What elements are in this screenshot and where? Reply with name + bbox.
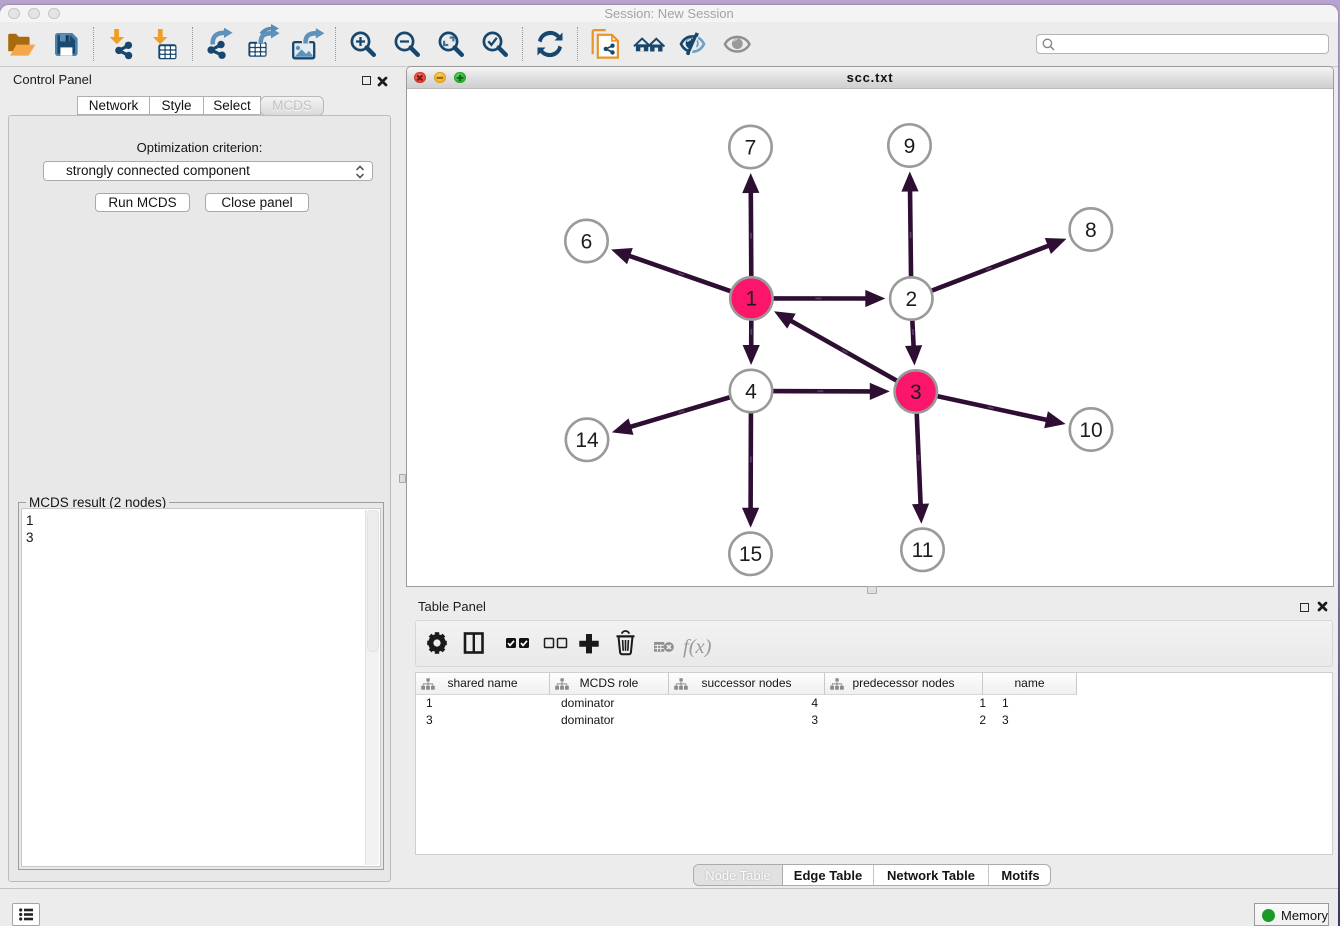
- svg-text:10: 10: [1079, 419, 1102, 442]
- svg-text:2: 2: [905, 288, 917, 311]
- svg-text:9: 9: [904, 135, 916, 158]
- svg-text:14: 14: [575, 429, 599, 452]
- svg-text:15: 15: [739, 543, 762, 566]
- svg-text:1: 1: [746, 288, 758, 311]
- svg-text:f(x): f(x): [683, 636, 712, 658]
- svg-text:4: 4: [745, 380, 757, 403]
- svg-text:11: 11: [912, 539, 934, 562]
- svg-text:7: 7: [745, 136, 757, 159]
- svg-text:6: 6: [581, 230, 593, 253]
- svg-text:3: 3: [910, 381, 922, 404]
- svg-text:8: 8: [1085, 219, 1097, 242]
